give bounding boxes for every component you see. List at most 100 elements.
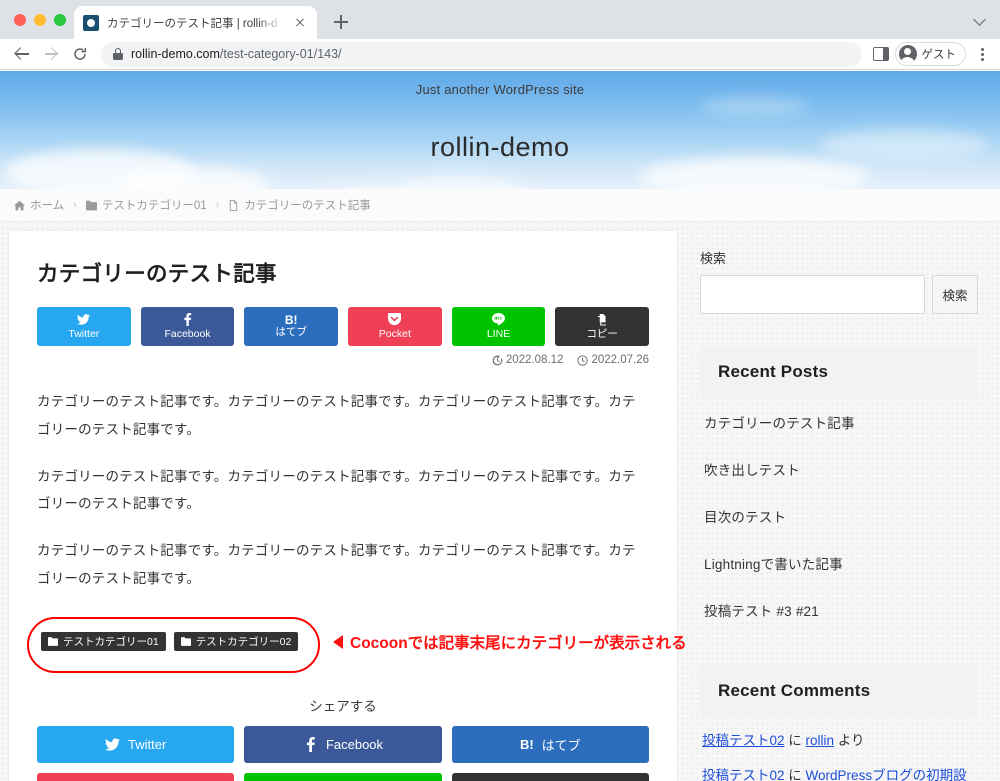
share-button-label: Twitter	[68, 327, 100, 340]
site-title[interactable]: rollin-demo	[0, 132, 1000, 163]
share-button-label: Facebook	[164, 327, 211, 340]
avatar	[898, 45, 917, 63]
site-description: Just another WordPress site	[415, 82, 585, 97]
share-section-heading: シェアする	[309, 698, 377, 714]
breadcrumb-item-home[interactable]: ホーム	[14, 197, 64, 213]
share-button-line[interactable]: LINE	[451, 307, 546, 346]
breadcrumb-item-category[interactable]: テストカテゴリー01	[85, 197, 207, 213]
pocket-icon	[388, 312, 402, 325]
comment-separator: に	[784, 733, 806, 748]
left-triangle-icon	[333, 634, 343, 649]
back-arrow-icon[interactable]	[8, 40, 36, 68]
folder-icon	[48, 636, 58, 646]
share-button-facebook[interactable]: Facebook	[140, 307, 235, 346]
profile-button[interactable]: ゲスト	[894, 42, 966, 66]
share-button-copy[interactable]: コピー	[555, 307, 650, 346]
recent-comments-widget: Recent Comments 投稿テスト02 に rollin より 投稿テスト…	[700, 665, 978, 781]
reload-icon[interactable]	[66, 40, 94, 68]
breadcrumb-label: ホーム	[30, 200, 65, 212]
recent-post-item[interactable]: カテゴリーのテスト記事	[704, 398, 974, 445]
share-button-pocket[interactable]: Pocket	[37, 772, 235, 781]
recent-post-item[interactable]: 目次のテスト	[704, 492, 974, 539]
category-tag[interactable]: テストカテゴリー01	[41, 631, 166, 651]
annotation-callout: Cocoonでは記事末尾にカテゴリーが表示される	[333, 631, 687, 653]
recent-post-item[interactable]: 投稿テスト #3 #21	[704, 586, 974, 633]
chevron-down-icon[interactable]	[975, 14, 986, 25]
breadcrumb-separator: ›	[215, 199, 220, 211]
new-tab-button[interactable]	[327, 8, 355, 36]
comment-author-link[interactable]: rollin	[806, 733, 835, 748]
facebook-icon	[184, 312, 192, 326]
article-paragraph: カテゴリーのテスト記事です。カテゴリーのテスト記事です。カテゴリーのテスト記事で…	[37, 543, 636, 586]
copy-icon	[597, 313, 606, 326]
share-buttons-top: Twitter Facebook B! はてブ Pocket LINE コピー	[37, 307, 650, 346]
pocket-icon	[388, 312, 402, 328]
share-button-label: LINE	[486, 327, 511, 340]
minimize-window-button[interactable]	[34, 13, 46, 26]
share-button-hatena[interactable]: B! はてブ	[451, 725, 649, 763]
recent-comment-item: 投稿テスト02 に WordPressブログの初期設定、絶対に必要なものはこの2…	[702, 752, 976, 781]
kebab-menu-icon[interactable]	[972, 43, 992, 65]
recent-post-item[interactable]: Lightningで書いた記事	[704, 539, 974, 586]
breadcrumb: ホーム › テストカテゴリー01 › カテゴリーのテスト記事	[0, 189, 1000, 222]
share-button-line[interactable]: LINE	[244, 772, 442, 781]
browser-tab[interactable]: カテゴリーのテスト記事 | rollin-d	[74, 6, 317, 39]
close-window-button[interactable]	[14, 13, 26, 26]
share-button-twitter[interactable]: Twitter	[37, 307, 131, 346]
side-panel-icon[interactable]	[872, 47, 889, 61]
browser-window: カテゴリーのテスト記事 | rollin-d rollin-demo.com/t…	[0, 0, 1000, 781]
page-viewport: Just another WordPress site rollin-demo …	[0, 71, 1000, 781]
article-dates: 2022.08.12 2022.07.26	[37, 354, 649, 366]
clock-icon	[577, 354, 589, 366]
sidebar: 検索 検索 Recent Posts カテゴリーのテスト記事 吹き出しテスト 目次の…	[700, 230, 978, 781]
annotation-text: Cocoonでは記事末尾にカテゴリーが表示される	[350, 634, 687, 652]
tab-title: カテゴリーのテスト記事 | rollin-d	[107, 17, 278, 30]
window-controls	[10, 0, 74, 39]
category-tag[interactable]: テストカテゴリー02	[173, 631, 299, 651]
twitter-icon	[77, 313, 91, 325]
share-button-label: Twitter	[128, 736, 167, 752]
recent-post-item[interactable]: 吹き出しテスト	[704, 445, 974, 492]
recent-posts-list: カテゴリーのテスト記事 吹き出しテスト 目次のテスト Lightningで書いた記事投…	[700, 398, 978, 633]
posted-date: 2022.07.26	[577, 354, 649, 366]
recent-posts-widget: Recent Posts カテゴリーのテスト記事 吹き出しテスト 目次のテスト Lig…	[700, 346, 978, 633]
file-icon	[230, 199, 238, 211]
share-button-label: はてブ	[275, 326, 307, 339]
search-button[interactable]: 検索	[932, 275, 978, 314]
comment-post-link[interactable]: 投稿テスト02	[702, 733, 785, 748]
article-card: カテゴリーのテスト記事 Twitter Facebook B! はてブ Pocket LI…	[8, 230, 687, 781]
breadcrumb-label: テストカテゴリー01	[101, 200, 207, 212]
share-button-hatena[interactable]: B! はてブ	[244, 307, 339, 346]
share-button-pocket[interactable]: Pocket	[348, 307, 442, 346]
recent-comment-item: 投稿テスト02 に rollin より	[702, 717, 976, 752]
address-bar[interactable]: rollin-demo.com/test-category-01/143/	[101, 41, 862, 67]
facebook-icon	[181, 312, 194, 328]
maximize-window-button[interactable]	[54, 13, 66, 26]
share-button-label: コピー	[586, 327, 618, 340]
page-layout: カテゴリーのテスト記事 Twitter Facebook B! はてブ Pocket LI…	[0, 222, 1000, 781]
wordpress-favicon-icon	[83, 14, 99, 31]
search-input[interactable]	[700, 275, 925, 314]
recent-posts-title: Recent Posts	[700, 346, 978, 398]
page-title: カテゴリーのテスト記事	[37, 262, 277, 286]
copy-icon	[596, 313, 609, 328]
breadcrumb-separator: ›	[73, 199, 77, 211]
share-button-facebook[interactable]: Facebook	[244, 725, 442, 763]
line-icon	[492, 312, 506, 328]
line-icon	[492, 312, 506, 326]
forward-arrow-icon[interactable]	[37, 40, 65, 68]
site-header: Just another WordPress site rollin-demo	[0, 71, 1000, 189]
comment-post-link[interactable]: 投稿テスト02	[702, 768, 785, 781]
folder-icon	[180, 636, 191, 646]
folder-icon	[85, 200, 97, 210]
search-label: 検索	[700, 251, 727, 266]
close-tab-icon[interactable]	[292, 15, 308, 31]
profile-label: ゲスト	[921, 49, 957, 61]
article-paragraph: カテゴリーのテスト記事です。カテゴリーのテスト記事です。カテゴリーのテスト記事で…	[37, 394, 636, 437]
facebook-icon	[306, 736, 315, 752]
share-button-copy[interactable]: コピー	[451, 772, 649, 781]
article-paragraph: カテゴリーのテスト記事です。カテゴリーのテスト記事です。カテゴリーのテスト記事で…	[37, 468, 636, 512]
twitter-icon	[105, 737, 121, 752]
share-button-twitter[interactable]: Twitter	[37, 725, 235, 763]
category-annotation-zone: テストカテゴリー01 テストカテゴリー02 Cocoonでは記事末尾にカテゴリー…	[27, 616, 687, 681]
